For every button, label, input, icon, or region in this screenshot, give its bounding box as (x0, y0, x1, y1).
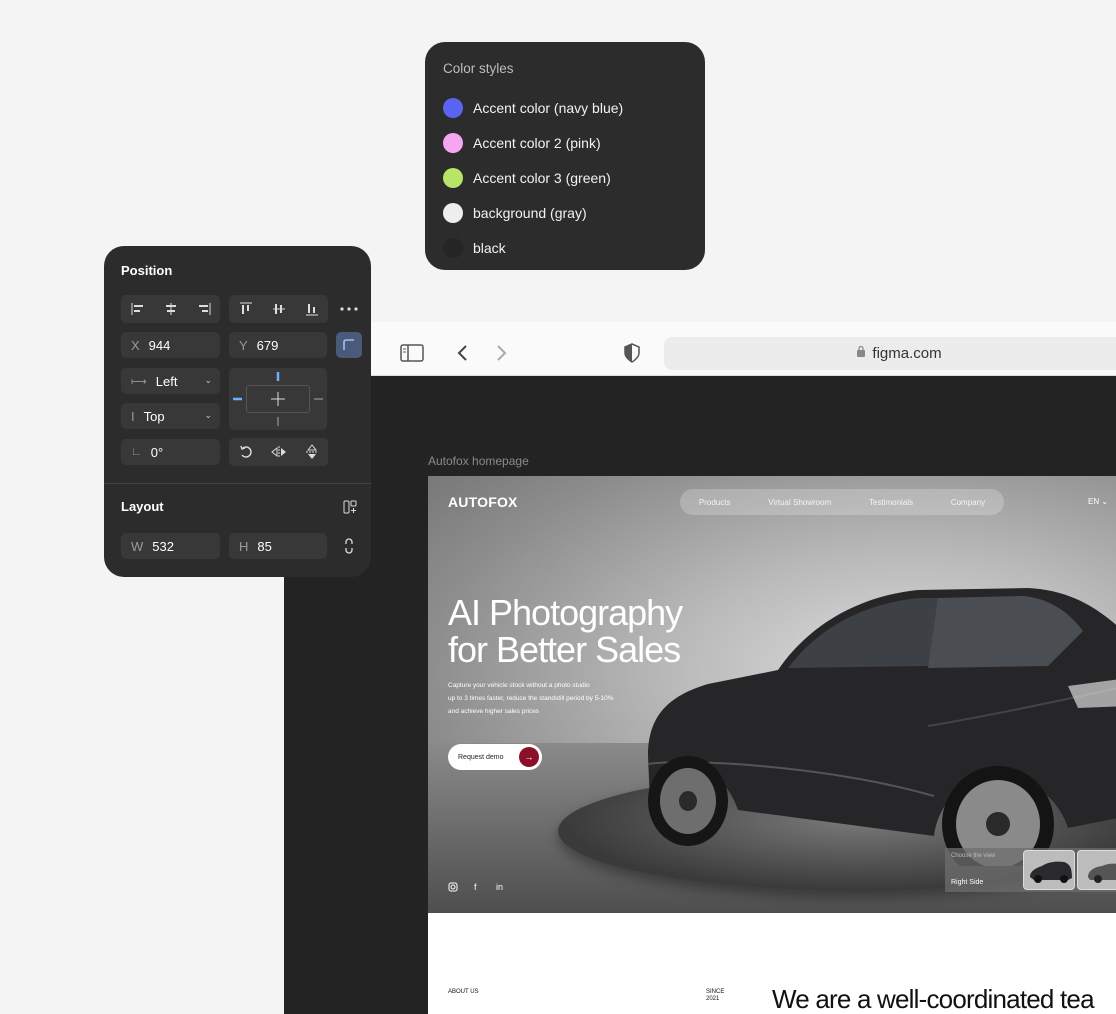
site-logo[interactable]: AUTOFOX (448, 494, 518, 510)
flip-vertical-icon[interactable] (295, 438, 328, 466)
color-styles-panel: Color styles Accent color (navy blue) Ac… (425, 42, 705, 270)
constrain-proportions-icon[interactable] (339, 536, 359, 556)
align-vertical-center-icon[interactable] (262, 295, 295, 323)
hero-subtext: Capture your vehicle stock without a pho… (448, 682, 614, 715)
color-style-item[interactable]: Accent color 3 (green) (443, 166, 611, 190)
y-position-field[interactable]: Y 679 (229, 332, 327, 358)
constraint-lines-icon (233, 372, 323, 426)
color-style-item[interactable]: black (443, 236, 506, 260)
align-horizontal-center-icon[interactable] (154, 295, 187, 323)
color-swatch (443, 133, 463, 153)
car-image (647, 588, 1116, 866)
view-thumbnail[interactable] (1023, 850, 1075, 890)
horizontal-align-group (121, 295, 220, 323)
about-tagline: We are a well-coordinated tea (772, 984, 1095, 1014)
instagram-icon[interactable] (448, 882, 458, 894)
sidebar-toggle-icon[interactable] (399, 342, 425, 364)
arrow-right-icon: → (519, 747, 539, 767)
color-swatch (443, 98, 463, 118)
constraint-widget[interactable] (229, 368, 327, 430)
color-style-item[interactable]: background (gray) (443, 201, 587, 225)
align-top-icon[interactable] (229, 295, 262, 323)
corner-constraint-icon[interactable] (336, 332, 362, 358)
position-title: Position (121, 263, 173, 278)
site-nav: Products Virtual Showroom Testimonials C… (680, 489, 1004, 515)
flip-horizontal-icon[interactable] (262, 438, 295, 466)
color-swatch (443, 238, 463, 258)
color-style-item[interactable]: Accent color 2 (pink) (443, 131, 601, 155)
facebook-icon[interactable]: f (474, 882, 477, 892)
layout-title: Layout (121, 499, 164, 514)
angle-icon: ∟ (131, 446, 142, 458)
nav-products[interactable]: Products (699, 498, 731, 507)
position-panel: Position X 944 Y 679 ⟼ Left ⌄ I Top ⌄ ∟ … (104, 246, 371, 577)
linkedin-icon[interactable]: in (496, 882, 503, 892)
color-swatch (443, 168, 463, 188)
nav-virtual-showroom[interactable]: Virtual Showroom (768, 498, 831, 507)
width-field[interactable]: W 532 (121, 533, 220, 559)
nav-testimonials[interactable]: Testimonials (869, 498, 913, 507)
view-thumbnail[interactable] (1077, 850, 1116, 890)
transform-group (229, 438, 328, 466)
height-field[interactable]: H 85 (229, 533, 327, 559)
forward-chevron-icon[interactable] (492, 342, 512, 364)
vertical-align-group (229, 295, 328, 323)
rotation-field[interactable]: ∟ 0° (121, 439, 220, 465)
nav-company[interactable]: Company (951, 498, 985, 507)
vertical-constraint-icon: I (131, 408, 135, 424)
address-bar[interactable]: figma.com (664, 337, 1116, 370)
lock-icon (856, 345, 866, 362)
view-selector: Choose the view Right Side (945, 848, 1116, 892)
color-styles-title: Color styles (443, 61, 514, 76)
back-chevron-icon[interactable] (452, 342, 472, 364)
chevron-down-icon: ⌄ (204, 410, 212, 420)
more-options-icon[interactable] (337, 298, 361, 320)
view-caption: Choose the view (951, 853, 996, 859)
view-label: Right Side (951, 879, 984, 886)
hero-section: AUTOFOX Products Virtual Showroom Testim… (428, 476, 1116, 913)
request-demo-button[interactable]: Request demo → (448, 744, 542, 770)
align-right-icon[interactable] (187, 295, 220, 323)
about-label: ABOUT US (448, 989, 479, 995)
url-text: figma.com (872, 345, 942, 362)
chevron-down-icon: ⌄ (204, 375, 212, 385)
section-divider (104, 483, 371, 484)
color-swatch (443, 203, 463, 223)
since-label: SINCE 2021 (706, 989, 725, 1002)
horizontal-constraint-select[interactable]: ⟼ Left ⌄ (121, 368, 220, 394)
hero-headline: AI Photography for Better Sales (448, 592, 683, 670)
horizontal-constraint-icon: ⟼ (131, 375, 147, 388)
frame-label[interactable]: Autofox homepage (428, 454, 529, 468)
about-section: ABOUT US SINCE 2021 We are a well-coordi… (428, 913, 1116, 1014)
vertical-constraint-select[interactable]: I Top ⌄ (121, 403, 220, 429)
auto-layout-icon[interactable] (340, 497, 360, 517)
align-left-icon[interactable] (121, 295, 154, 323)
color-style-item[interactable]: Accent color (navy blue) (443, 96, 623, 120)
rotate-icon[interactable] (229, 438, 262, 466)
align-bottom-icon[interactable] (295, 295, 328, 323)
language-selector[interactable]: EN ⌄ (1088, 497, 1108, 506)
shield-icon[interactable] (622, 342, 642, 364)
x-position-field[interactable]: X 944 (121, 332, 220, 358)
